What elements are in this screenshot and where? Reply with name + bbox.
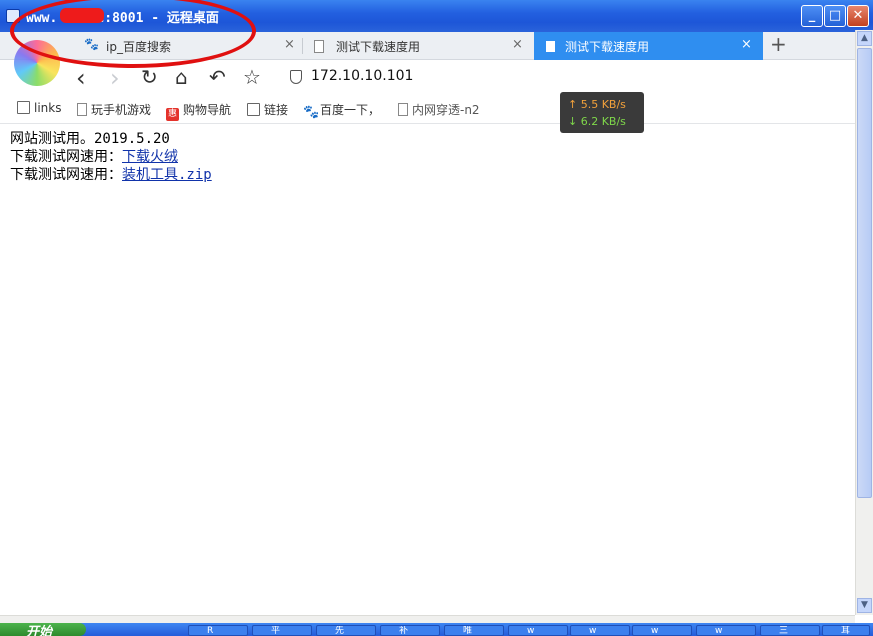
site-note: 网站测试用。2019.5.20 [10,131,170,147]
bookmark-intranet[interactable]: 内网穿透-n2 [398,101,480,119]
bookmark-shopping-nav[interactable]: 惠购物导航 [166,101,231,121]
page-icon [546,41,555,52]
favorite-star-button[interactable]: ☆ [243,65,261,89]
bookmark-links-cn[interactable]: 链接 [247,101,288,119]
upload-speed: ↑ 5.5 KB/s [568,98,626,111]
start-label[interactable]: 开始 [26,621,52,636]
scrollbar-thumb[interactable] [857,48,872,498]
page-content: 网站测试用。2019.5.20 下载测试网速用：下载火绒 下载测试网速用：装机工… [10,130,212,184]
tab-close-icon[interactable]: × [284,37,295,52]
scroll-down-icon[interactable]: ▼ [857,598,872,613]
window-title-bar[interactable]: www. c:8001 - 远程桌面 _ □ ✕ [0,0,873,32]
url-text[interactable]: 172.10.10.101 [311,68,413,84]
tab-label: 测试下载速度用 [565,40,650,54]
scroll-up-icon[interactable]: ▲ [857,31,872,46]
undo-close-tab-button[interactable]: ↶ [209,65,226,89]
taskbar-item[interactable]: w [632,625,692,636]
horizontal-scrollbar[interactable] [0,615,855,623]
security-shield-icon[interactable] [290,70,302,84]
download-huorong-link[interactable]: 下载火绒 [122,149,178,165]
tab-separator [302,38,303,54]
close-button[interactable]: ✕ [847,5,869,27]
page-icon [314,40,324,53]
folder-icon [17,101,30,114]
redaction-mark [60,8,104,23]
tab-close-icon[interactable]: × [512,37,523,52]
taskbar-item[interactable]: 耳 [822,625,870,636]
network-speed-widget: ↑ 5.5 KB/s ↓ 6.2 KB/s [560,92,644,133]
taskbar-item[interactable]: R [188,625,248,636]
download-line-2: 下载测试网速用：装机工具.zip [10,167,212,183]
bookmark-mobile-games[interactable]: 玩手机游戏 [77,101,151,119]
tab-baidu-search[interactable]: 🐾 ip_百度搜索 × [84,32,298,60]
baidu-paw-icon: 🐾 [303,105,320,120]
taskbar-item[interactable]: w [508,625,568,636]
window-title: www. c:8001 - 远程桌面 [26,11,219,26]
tab-label: ip_百度搜索 [106,40,171,54]
reload-button[interactable]: ↻ [141,65,158,89]
taskbar-item[interactable]: 补 [380,625,440,636]
back-button[interactable]: ‹ [76,64,86,92]
page-icon [398,103,408,116]
baidu-paw-icon: 🐾 [84,37,99,51]
remote-desktop-icon [6,9,20,23]
browser-logo-icon[interactable] [14,40,60,86]
folder-icon [247,103,260,116]
taskbar-item[interactable]: 先 [316,625,376,636]
bookmark-links[interactable]: links [17,101,61,119]
maximize-button[interactable]: □ [824,5,846,27]
bookmark-baidu[interactable]: 🐾百度一下， [303,101,380,120]
taskbar-item[interactable]: 三 [760,625,820,636]
tab-label: 测试下载速度用 [336,40,421,54]
download-line-1: 下载测试网速用：下载火绒 [10,149,178,165]
taskbar-item[interactable]: 唯 [444,625,504,636]
download-speed: ↓ 6.2 KB/s [568,115,626,128]
download-tools-zip-link[interactable]: 装机工具.zip [122,167,212,183]
tab-speed-test-1[interactable]: 测试下载速度用 × [314,32,528,60]
taskbar-item[interactable]: w [570,625,630,636]
new-tab-button[interactable]: + [770,32,787,56]
tab-close-icon[interactable]: × [741,37,752,52]
hui-icon: 惠 [166,108,179,121]
taskbar-item[interactable]: w [696,625,756,636]
home-button[interactable]: ⌂ [175,65,188,89]
minimize-button[interactable]: _ [801,5,823,27]
vertical-scrollbar[interactable]: ▲ ▼ [855,30,873,615]
tab-speed-test-active[interactable]: 测试下载速度用 × [534,32,763,60]
page-icon [77,103,87,116]
forward-button[interactable]: › [110,64,120,92]
taskbar-item[interactable]: 平 [252,625,312,636]
